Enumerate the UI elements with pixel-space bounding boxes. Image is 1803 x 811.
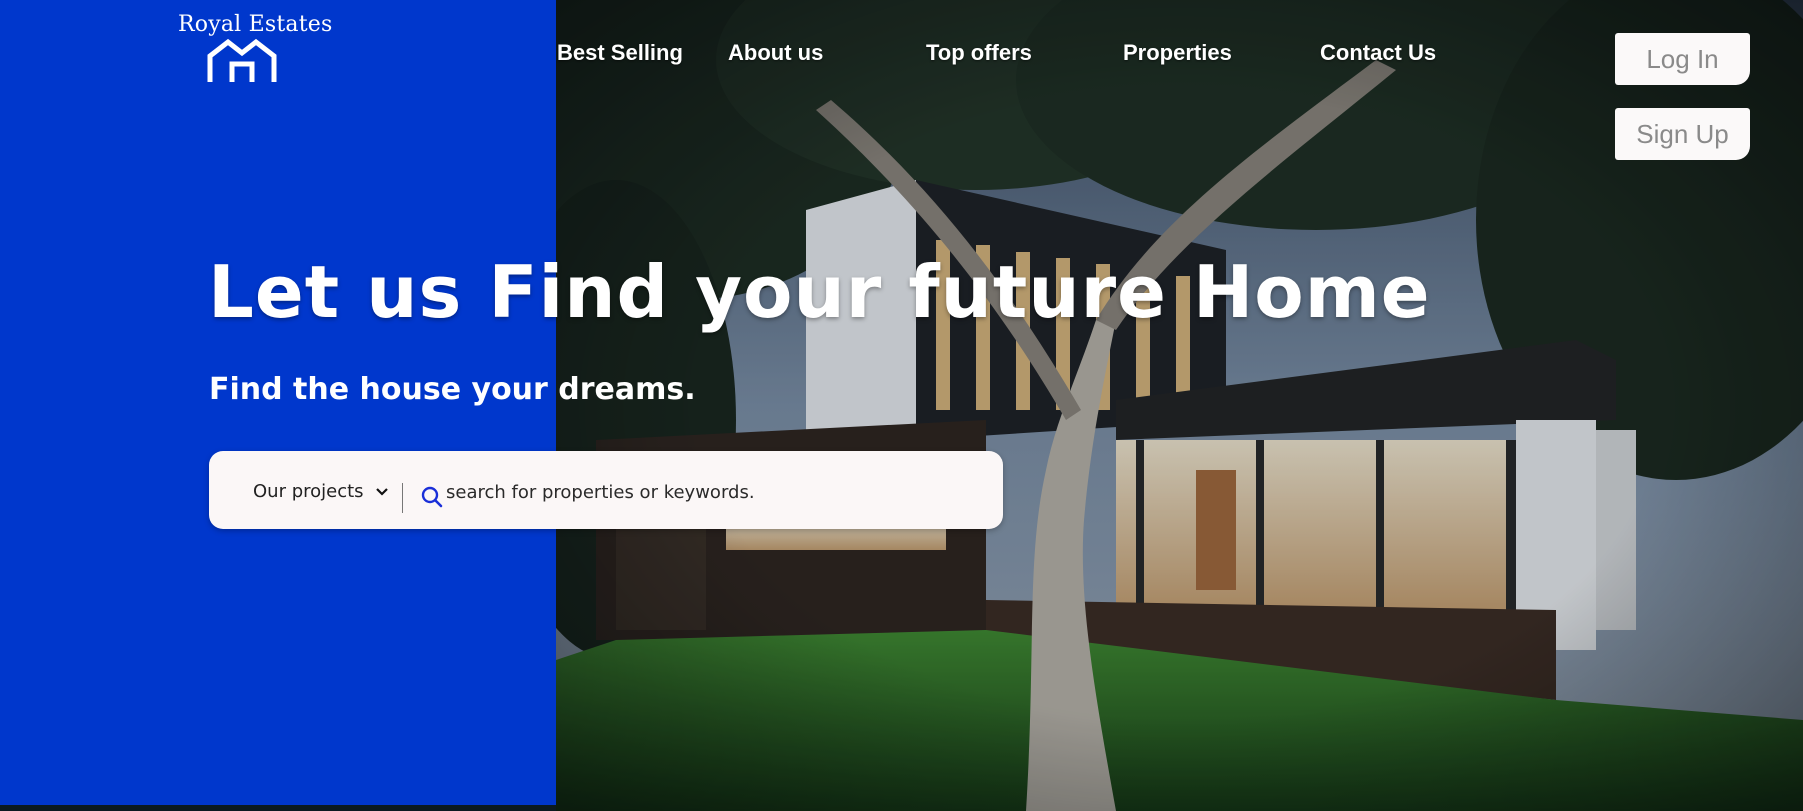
nav-link-best-selling[interactable]: Best Selling	[557, 40, 683, 66]
hero-subheadline: Find the house your dreams.	[209, 372, 696, 407]
signup-button[interactable]: Sign Up	[1615, 108, 1750, 160]
search-divider	[402, 483, 403, 513]
brand-logo[interactable]: Royal Estates	[178, 12, 333, 82]
nav-link-top-offers[interactable]: Top offers	[926, 40, 1032, 66]
hero-section: Royal Estates Best Selling About us Top …	[0, 0, 1803, 811]
projects-dropdown[interactable]: Our projects	[253, 481, 389, 502]
search-icon[interactable]	[421, 486, 443, 508]
projects-dropdown-label: Our projects	[253, 481, 364, 502]
login-button[interactable]: Log In	[1615, 33, 1750, 85]
property-search-bar: Our projects	[209, 451, 1003, 529]
hero-headline: Let us Find your future Home	[208, 250, 1431, 334]
nav-link-properties[interactable]: Properties	[1123, 40, 1232, 66]
nav-link-about-us[interactable]: About us	[728, 40, 823, 66]
brand-name: Royal Estates	[178, 12, 333, 37]
house-outline-icon	[207, 38, 277, 82]
nav-link-contact-us[interactable]: Contact Us	[1320, 40, 1436, 66]
chevron-down-icon	[376, 488, 389, 496]
search-input[interactable]	[446, 475, 966, 509]
